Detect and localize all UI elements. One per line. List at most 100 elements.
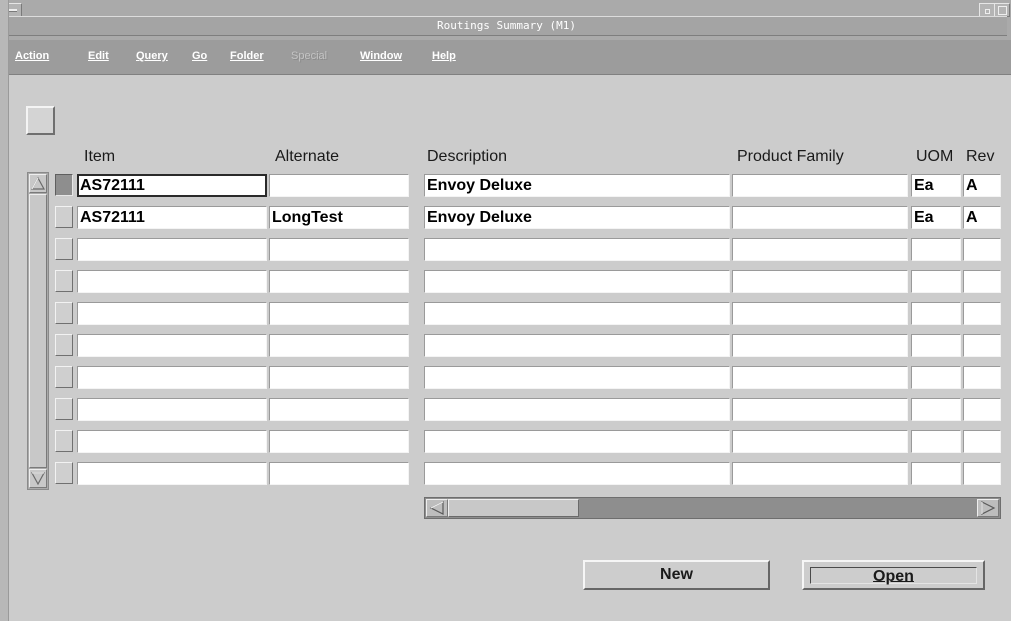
alternate-cell[interactable] [269,462,409,485]
horizontal-scrollbar[interactable] [424,497,1001,519]
description-cell[interactable] [424,238,730,261]
column-header-product-family: Product Family [737,148,844,165]
row-selector[interactable] [55,334,73,356]
alternate-cell[interactable] [269,398,409,421]
open-button[interactable]: Open [802,560,985,590]
product-family-cell[interactable] [732,398,908,421]
uom-cell[interactable] [911,398,961,421]
item-cell[interactable] [77,462,267,485]
item-cell[interactable] [77,366,267,389]
alternate-cell[interactable] [269,334,409,357]
product-family-cell[interactable] [732,174,908,197]
rev-cell[interactable] [963,270,1001,293]
row-selector[interactable] [55,430,73,452]
column-header-alternate: Alternate [275,148,340,165]
item-cell[interactable] [77,270,267,293]
rev-cell[interactable] [963,398,1001,421]
row-selector[interactable] [55,238,73,260]
alternate-cell[interactable] [269,366,409,389]
menu-help-label: Help [432,50,456,62]
uom-cell[interactable] [911,366,961,389]
menu-edit[interactable]: Edit [88,50,109,62]
horizontal-scroll-thumb[interactable] [448,499,579,517]
description-cell[interactable] [424,334,730,357]
rev-cell[interactable] [963,366,1001,389]
row-selector[interactable] [55,302,73,324]
menu-window-label: Window [360,50,403,62]
scroll-right-arrow-icon[interactable] [977,499,999,517]
row-selector[interactable] [55,398,73,420]
uom-cell[interactable]: Ea [911,174,961,197]
record-indicator-button[interactable] [26,106,55,135]
description-cell[interactable] [424,398,730,421]
product-family-cell[interactable] [732,206,908,229]
rev-cell[interactable] [963,430,1001,453]
alternate-cell[interactable] [269,302,409,325]
vertical-scroll-thumb[interactable] [29,194,47,468]
alternate-cell[interactable]: LongTest [269,206,409,229]
column-header-description: Description [427,148,508,165]
maximize-icon[interactable] [994,3,1010,17]
row-selector[interactable] [55,366,73,388]
menu-go[interactable]: Go [192,50,207,62]
description-cell[interactable]: Envoy Deluxe [424,206,730,229]
description-cell[interactable]: Envoy Deluxe [424,174,730,197]
description-cell[interactable] [424,366,730,389]
menu-action[interactable]: Action [15,50,49,62]
item-cell[interactable] [77,398,267,421]
alternate-cell[interactable] [269,174,409,197]
product-family-cell[interactable] [732,334,908,357]
scroll-left-arrow-icon[interactable] [426,499,448,517]
description-cell[interactable] [424,270,730,293]
description-cell[interactable] [424,302,730,325]
scroll-down-arrow-icon[interactable] [29,469,47,488]
row-selector[interactable] [55,270,73,292]
vertical-scrollbar[interactable] [27,172,49,490]
menu-bar: Action Edit Query Go Folder Special Wind… [0,40,1011,75]
scroll-up-arrow-icon[interactable] [29,174,47,193]
uom-cell[interactable] [911,270,961,293]
alternate-cell[interactable] [269,430,409,453]
column-header-uom: UOM [916,148,954,165]
window-title: Routings Summary (M1) [436,19,577,32]
new-button[interactable]: New [583,560,770,590]
rev-cell[interactable] [963,334,1001,357]
alternate-cell[interactable] [269,270,409,293]
item-cell[interactable] [77,238,267,261]
menu-help[interactable]: Help [432,50,456,62]
rev-cell[interactable] [963,238,1001,261]
minimize-icon[interactable] [979,3,995,17]
title-bar[interactable]: Routings Summary (M1) [0,0,1011,40]
uom-cell[interactable] [911,462,961,485]
uom-cell[interactable] [911,334,961,357]
menu-query-label: Query [136,50,168,62]
rev-cell[interactable]: A [963,206,1001,229]
product-family-cell[interactable] [732,366,908,389]
row-selector[interactable] [55,174,73,196]
item-cell[interactable]: AS72111 [77,174,267,197]
product-family-cell[interactable] [732,430,908,453]
product-family-cell[interactable] [732,462,908,485]
alternate-cell[interactable] [269,238,409,261]
description-cell[interactable] [424,430,730,453]
menu-folder[interactable]: Folder [230,50,264,62]
product-family-cell[interactable] [732,238,908,261]
menu-query[interactable]: Query [136,50,168,62]
row-selector[interactable] [55,462,73,484]
item-cell[interactable] [77,430,267,453]
item-cell[interactable] [77,302,267,325]
item-cell[interactable] [77,334,267,357]
uom-cell[interactable]: Ea [911,206,961,229]
product-family-cell[interactable] [732,270,908,293]
rev-cell[interactable] [963,462,1001,485]
menu-window[interactable]: Window [360,50,402,62]
uom-cell[interactable] [911,238,961,261]
uom-cell[interactable] [911,430,961,453]
item-cell[interactable]: AS72111 [77,206,267,229]
product-family-cell[interactable] [732,302,908,325]
rev-cell[interactable]: A [963,174,1001,197]
row-selector[interactable] [55,206,73,228]
description-cell[interactable] [424,462,730,485]
uom-cell[interactable] [911,302,961,325]
rev-cell[interactable] [963,302,1001,325]
